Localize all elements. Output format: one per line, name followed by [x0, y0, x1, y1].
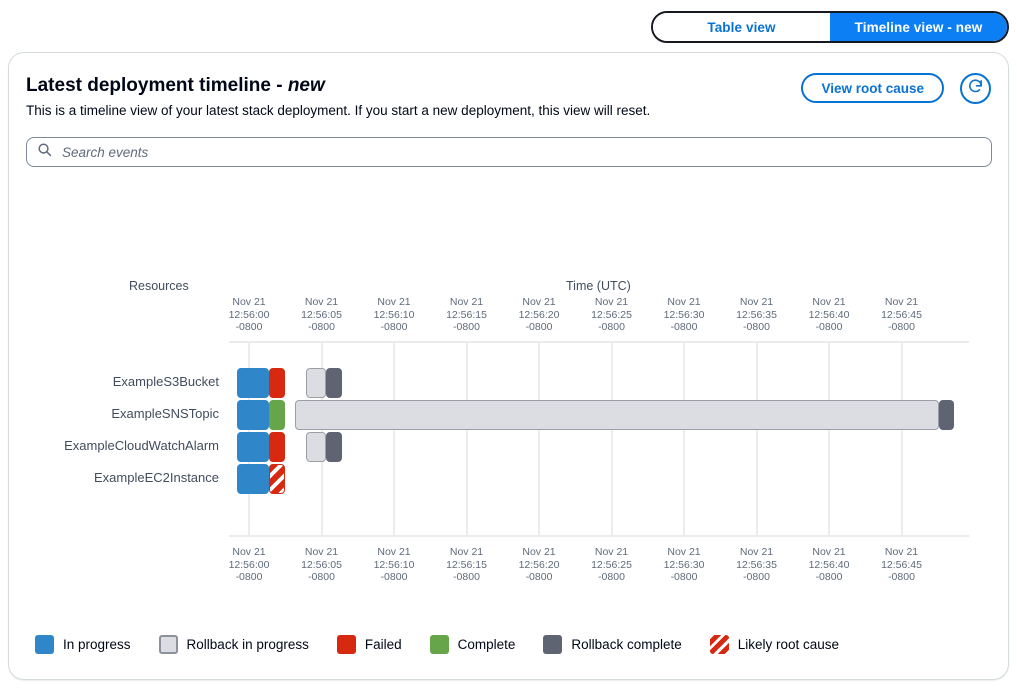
timeline-segment[interactable]: [237, 432, 269, 462]
legend-swatch: [159, 635, 178, 654]
timeline-segment[interactable]: [306, 368, 326, 398]
timeline-segment[interactable]: [237, 400, 269, 430]
table-row[interactable]: [229, 464, 969, 494]
legend-item[interactable]: Complete: [430, 635, 516, 654]
legend-label: Likely root cause: [738, 637, 839, 652]
search-icon: [37, 142, 60, 162]
x-axis-title: Time (UTC): [566, 279, 631, 293]
legend-swatch: [337, 635, 356, 654]
legend-label: Failed: [365, 637, 402, 652]
timeline-segment[interactable]: [237, 464, 269, 494]
tab-table-view[interactable]: Table view: [653, 13, 830, 41]
tab-timeline-view[interactable]: Timeline view - new: [830, 13, 1007, 41]
page-description: This is a timeline view of your latest s…: [26, 103, 650, 118]
timeline-segment[interactable]: [269, 368, 285, 398]
y-axis-title: Resources: [129, 279, 189, 293]
legend-swatch: [543, 635, 562, 654]
legend-swatch: [35, 635, 54, 654]
resource-label: ExampleEC2Instance: [17, 470, 219, 485]
legend-item[interactable]: In progress: [35, 635, 131, 654]
legend-item[interactable]: Failed: [337, 635, 402, 654]
x-axis-tick: Nov 2112:56:45-0800: [857, 546, 947, 584]
search-input[interactable]: [60, 137, 981, 167]
timeline-segment[interactable]: [326, 432, 342, 462]
resource-label: ExampleSNSTopic: [17, 406, 219, 421]
plot-area: [229, 341, 969, 537]
page-title-emphasis: new: [288, 75, 325, 96]
timeline-segment[interactable]: [237, 368, 269, 398]
timeline-segment[interactable]: [939, 400, 954, 430]
view-root-cause-button[interactable]: View root cause: [801, 73, 944, 103]
page-title-main: Latest deployment timeline -: [26, 75, 288, 96]
view-toggle-group: Table view Timeline view - new: [651, 11, 1009, 43]
table-row[interactable]: [229, 368, 969, 398]
legend-swatch: [430, 635, 449, 654]
timeline-segment[interactable]: [295, 400, 939, 430]
legend-label: In progress: [63, 637, 131, 652]
timeline-segment[interactable]: [306, 432, 326, 462]
search-events-box[interactable]: [26, 137, 992, 167]
x-axis-tick: Nov 2112:56:45-0800: [857, 296, 947, 334]
legend-label: Complete: [458, 637, 516, 652]
legend-item[interactable]: Likely root cause: [710, 635, 839, 654]
page-title: Latest deployment timeline - new: [26, 75, 325, 97]
refresh-icon: [967, 78, 984, 100]
timeline-segment[interactable]: [269, 464, 285, 494]
legend-item[interactable]: Rollback complete: [543, 635, 681, 654]
table-row[interactable]: [229, 432, 969, 462]
legend-label: Rollback in progress: [187, 637, 309, 652]
refresh-button[interactable]: [960, 73, 991, 104]
timeline-segment[interactable]: [269, 432, 285, 462]
timeline-card: Latest deployment timeline - new This is…: [8, 52, 1009, 680]
resource-label: ExampleS3Bucket: [17, 374, 219, 389]
timeline-segment[interactable]: [326, 368, 342, 398]
legend-label: Rollback complete: [571, 637, 681, 652]
legend-item[interactable]: Rollback in progress: [159, 635, 309, 654]
timeline-chart: Resources Time (UTC) Nov 2112:56:00-0800…: [9, 213, 1010, 613]
legend-swatch: [710, 635, 729, 654]
resource-label: ExampleCloudWatchAlarm: [17, 438, 219, 453]
table-row[interactable]: [229, 400, 969, 430]
chart-legend: In progress Rollback in progress Failed Com…: [35, 635, 867, 654]
timeline-segment[interactable]: [269, 400, 285, 430]
